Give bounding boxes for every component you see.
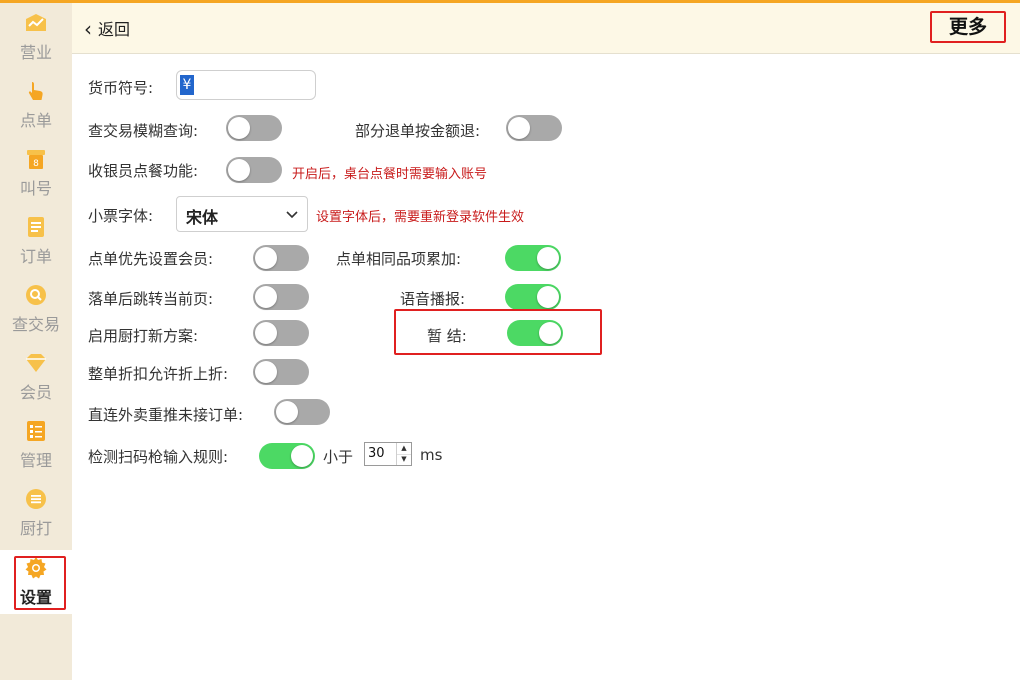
jump-after-order-label: 落单后跳转当前页: [88, 290, 214, 308]
settings-gear-icon [25, 557, 47, 579]
orders-icon [28, 217, 44, 237]
back-label: 返回 [98, 20, 131, 39]
voice-broadcast-label: 语音播报: [400, 290, 466, 308]
delivery-repush-label: 直连外卖重推未接订单: [88, 406, 244, 424]
chevron-left-icon: ‹ [84, 17, 92, 41]
receipt-font-value: 宋体 [186, 208, 219, 227]
cashier-order-label: 收银员点餐功能: [88, 162, 199, 180]
temp-settle-label: 暂 结: [427, 327, 467, 345]
partial-refund-label: 部分退单按金额退: [355, 122, 481, 140]
same-item-merge-label: 点单相同品项累加: [336, 250, 462, 268]
search-transaction-icon [26, 285, 46, 305]
voice-broadcast-toggle[interactable] [505, 284, 561, 310]
call-number-icon: 8 [27, 150, 45, 169]
chevron-down-icon [286, 211, 298, 219]
sidebar-item-label: 查交易 [11, 315, 60, 334]
highlight-box-temp-settle [394, 309, 602, 355]
sidebar-item-kitchen-print[interactable]: 厨打 [0, 481, 72, 545]
scanner-ms-value: 30 [368, 446, 385, 461]
currency-value: ¥ [180, 75, 194, 95]
receipt-font-label: 小票字体: [88, 207, 154, 225]
delivery-repush-toggle[interactable] [274, 399, 330, 425]
discount-on-discount-toggle[interactable] [253, 359, 309, 385]
sidebar-item-call-number[interactable]: 8 叫号 [0, 141, 72, 205]
sidebar-item-member[interactable]: 会员 [0, 345, 72, 409]
scanner-rule-label: 检测扫码枪输入规则: [88, 448, 229, 466]
discount-on-discount-label: 整单折扣允许折上折: [88, 365, 229, 383]
sidebar-item-orders[interactable]: 订单 [0, 209, 72, 273]
receipt-font-hint: 设置字体后，需要重新登录软件生效 [316, 210, 525, 225]
header-bar: ‹ 返回 更多 [72, 3, 1020, 54]
sidebar-item-label: 会员 [19, 383, 52, 402]
business-icon [26, 14, 46, 31]
more-button[interactable]: 更多 [930, 11, 1006, 43]
sidebar-item-management[interactable]: 管理 [0, 413, 72, 477]
member-priority-toggle[interactable] [253, 245, 309, 271]
temp-settle-toggle[interactable] [507, 320, 563, 346]
sidebar-item-label: 厨打 [19, 519, 52, 538]
sidebar-item-label: 点单 [19, 111, 52, 130]
stepper-down-button[interactable]: ▼ [397, 454, 411, 465]
member-priority-label: 点单优先设置会员: [88, 250, 214, 268]
sidebar: 营业 点单 8 叫号 订单 查交易 会员 管理 厨打 设置 [0, 3, 72, 680]
stepper-buttons: ▲ ▼ [396, 443, 411, 465]
scanner-unit-label: ms [420, 446, 443, 464]
new-kitchen-print-toggle[interactable] [253, 320, 309, 346]
currency-label: 货币符号: [88, 79, 154, 97]
order-tap-icon [28, 82, 43, 100]
sidebar-item-label: 营业 [19, 43, 52, 62]
kitchen-print-icon [26, 489, 46, 509]
cashier-order-toggle[interactable] [226, 157, 282, 183]
sidebar-item-settings[interactable]: 设置 [0, 550, 72, 614]
same-item-merge-toggle[interactable] [505, 245, 561, 271]
svg-text:8: 8 [33, 159, 39, 169]
scanner-less-than-label: 小于 [323, 448, 354, 466]
partial-refund-toggle[interactable] [506, 115, 562, 141]
member-diamond-icon [26, 354, 46, 372]
fuzzy-search-toggle[interactable] [226, 115, 282, 141]
sidebar-item-order[interactable]: 点单 [0, 73, 72, 137]
sidebar-item-business[interactable]: 营业 [0, 5, 72, 69]
scanner-rule-toggle[interactable] [259, 443, 315, 469]
sidebar-item-label: 管理 [19, 451, 52, 470]
new-kitchen-print-label: 启用厨打新方案: [88, 327, 199, 345]
sidebar-item-label: 叫号 [19, 179, 52, 198]
fuzzy-search-label: 查交易模糊查询: [88, 122, 199, 140]
jump-after-order-toggle[interactable] [253, 284, 309, 310]
sidebar-item-search-transaction[interactable]: 查交易 [0, 277, 72, 341]
scanner-ms-stepper[interactable]: 30 ▲ ▼ [364, 442, 412, 466]
receipt-font-select[interactable]: 宋体 [176, 196, 308, 232]
back-button[interactable]: ‹ 返回 [84, 16, 131, 41]
currency-input[interactable]: ¥ [176, 70, 316, 100]
cashier-order-hint: 开启后，桌台点餐时需要输入账号 [292, 167, 488, 182]
sidebar-item-label: 订单 [19, 247, 52, 266]
management-icon [27, 421, 45, 441]
sidebar-item-label: 设置 [19, 588, 52, 607]
